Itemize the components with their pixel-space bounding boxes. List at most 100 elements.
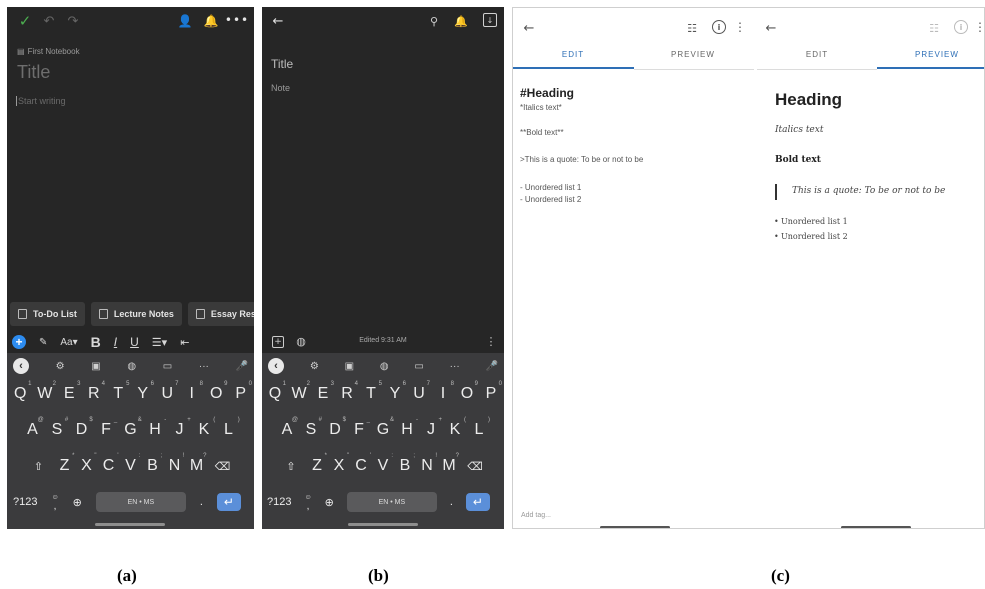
key-d[interactable]: D $ [69, 415, 94, 445]
key-j[interactable]: J + [419, 415, 443, 445]
key-r[interactable]: R4 [82, 379, 107, 409]
comma-key[interactable]: ☺, [304, 487, 311, 517]
add-reminder-icon[interactable]: 🔔 [203, 13, 219, 29]
more-options-icon[interactable]: ••• [225, 12, 248, 28]
key-a[interactable]: A @ [275, 415, 299, 445]
key-c[interactable]: C ' [98, 451, 120, 481]
key-x[interactable]: X " [76, 451, 98, 481]
comma-key[interactable]: ☺, [51, 487, 58, 517]
check-icon[interactable]: ✓ [17, 12, 33, 30]
note-field[interactable]: Note [271, 83, 290, 93]
add-icon[interactable]: + [12, 335, 26, 349]
reminder-icon[interactable]: 🔔 [454, 13, 468, 29]
space-key[interactable]: EN • MS [346, 492, 437, 512]
toc-icon[interactable]: ☷ [685, 20, 699, 36]
outdent-icon[interactable]: ⇤ [180, 336, 189, 349]
key-a[interactable]: A @ [20, 415, 45, 445]
key-s[interactable]: S # [45, 415, 70, 445]
key-z[interactable]: Z * [54, 451, 76, 481]
numbers-key[interactable]: ?123 [267, 487, 291, 517]
key-i[interactable]: I8 [431, 379, 455, 409]
md-heading[interactable]: #Heading [520, 86, 574, 100]
pen-icon[interactable]: ✎ [39, 337, 47, 348]
keyboard-back-icon[interactable]: ‹ [268, 358, 284, 374]
key-u[interactable]: U7 [155, 379, 180, 409]
add-person-icon[interactable]: 👤 [177, 13, 193, 29]
key-w[interactable]: W2 [33, 379, 58, 409]
key-l[interactable]: L) [467, 415, 491, 445]
key-h[interactable]: H- [395, 415, 419, 445]
key-f[interactable]: F _ [347, 415, 371, 445]
md-list-1[interactable]: - Unordered list 1 [520, 183, 581, 192]
body-field[interactable]: Start writing [16, 96, 66, 106]
globe-icon[interactable]: ⊕ [325, 487, 334, 517]
tab-preview[interactable]: PREVIEW [877, 50, 984, 59]
key-n[interactable]: N! [164, 451, 186, 481]
key-h[interactable]: H- [143, 415, 168, 445]
key-m[interactable]: M? [186, 451, 208, 481]
mic-icon[interactable]: 🎤 [236, 361, 248, 372]
italic-button[interactable]: I [114, 335, 117, 349]
screen-icon[interactable]: ▭ [163, 361, 172, 372]
add-tag-field[interactable]: Add tag... [521, 512, 551, 519]
title-field[interactable]: Title [271, 57, 293, 71]
key-x[interactable]: X " [328, 451, 350, 481]
key-p[interactable]: P0 [479, 379, 503, 409]
tab-edit[interactable]: EDIT [513, 50, 633, 59]
back-arrow-icon[interactable]: ← [270, 13, 286, 29]
backspace-key[interactable]: ⌫ [460, 451, 490, 481]
key-g[interactable]: G & [371, 415, 395, 445]
key-e[interactable]: E3 [311, 379, 335, 409]
shift-key[interactable]: ⇧ [276, 451, 306, 481]
key-i[interactable]: I8 [180, 379, 205, 409]
tab-edit[interactable]: EDIT [757, 50, 877, 59]
backspace-key[interactable]: ⌫ [208, 451, 238, 481]
key-v[interactable]: V: [372, 451, 394, 481]
redo-icon[interactable]: ↷ [65, 13, 81, 29]
key-b[interactable]: B; [142, 451, 164, 481]
more-vert-icon[interactable]: ⋮ [486, 334, 497, 348]
key-r[interactable]: R4 [335, 379, 359, 409]
key-k[interactable]: K( [443, 415, 467, 445]
key-g[interactable]: G & [118, 415, 143, 445]
archive-icon[interactable]: ↓ [483, 13, 497, 27]
md-list-2[interactable]: - Unordered list 2 [520, 195, 581, 204]
keyboard-back-icon[interactable]: ‹ [13, 358, 29, 374]
key-u[interactable]: U7 [407, 379, 431, 409]
key-f[interactable]: F _ [94, 415, 119, 445]
settings-icon[interactable]: ⚙ [56, 361, 65, 372]
key-y[interactable]: Y6 [131, 379, 156, 409]
numbers-key[interactable]: ?123 [13, 487, 37, 517]
back-arrow-icon[interactable]: ← [521, 20, 537, 36]
pin-icon[interactable]: ⚲ [427, 13, 441, 29]
key-k[interactable]: K( [192, 415, 217, 445]
globe-icon[interactable]: ⊕ [73, 487, 82, 517]
key-p[interactable]: P0 [229, 379, 254, 409]
key-v[interactable]: V: [120, 451, 142, 481]
tab-preview[interactable]: PREVIEW [633, 50, 753, 59]
palette-icon[interactable]: ◍ [380, 361, 389, 372]
period-key[interactable]: . [200, 487, 203, 517]
enter-key[interactable]: ↵ [465, 493, 490, 511]
key-z[interactable]: Z * [306, 451, 328, 481]
toc-icon[interactable]: ☷ [927, 20, 941, 36]
key-e[interactable]: E3 [57, 379, 82, 409]
title-field[interactable]: Title [17, 62, 50, 83]
key-o[interactable]: O9 [455, 379, 479, 409]
mic-icon[interactable]: 🎤 [485, 361, 497, 372]
key-n[interactable]: N! [416, 451, 438, 481]
palette-icon[interactable]: ◍ [127, 361, 136, 372]
key-s[interactable]: S # [299, 415, 323, 445]
back-arrow-icon[interactable]: ← [763, 20, 779, 36]
list-icon[interactable]: ☰▾ [152, 336, 167, 349]
key-w[interactable]: W2 [287, 379, 311, 409]
info-icon[interactable]: i [712, 20, 726, 34]
key-j[interactable]: J + [167, 415, 192, 445]
more-icon[interactable]: ··· [199, 361, 209, 372]
more-vert-icon[interactable]: ⋮ [974, 19, 984, 35]
enter-key[interactable]: ↵ [216, 493, 241, 511]
bold-button[interactable]: B [91, 334, 101, 350]
template-chip-essay[interactable]: Essay Rese [187, 302, 254, 326]
key-y[interactable]: Y6 [383, 379, 407, 409]
settings-icon[interactable]: ⚙ [310, 361, 319, 372]
